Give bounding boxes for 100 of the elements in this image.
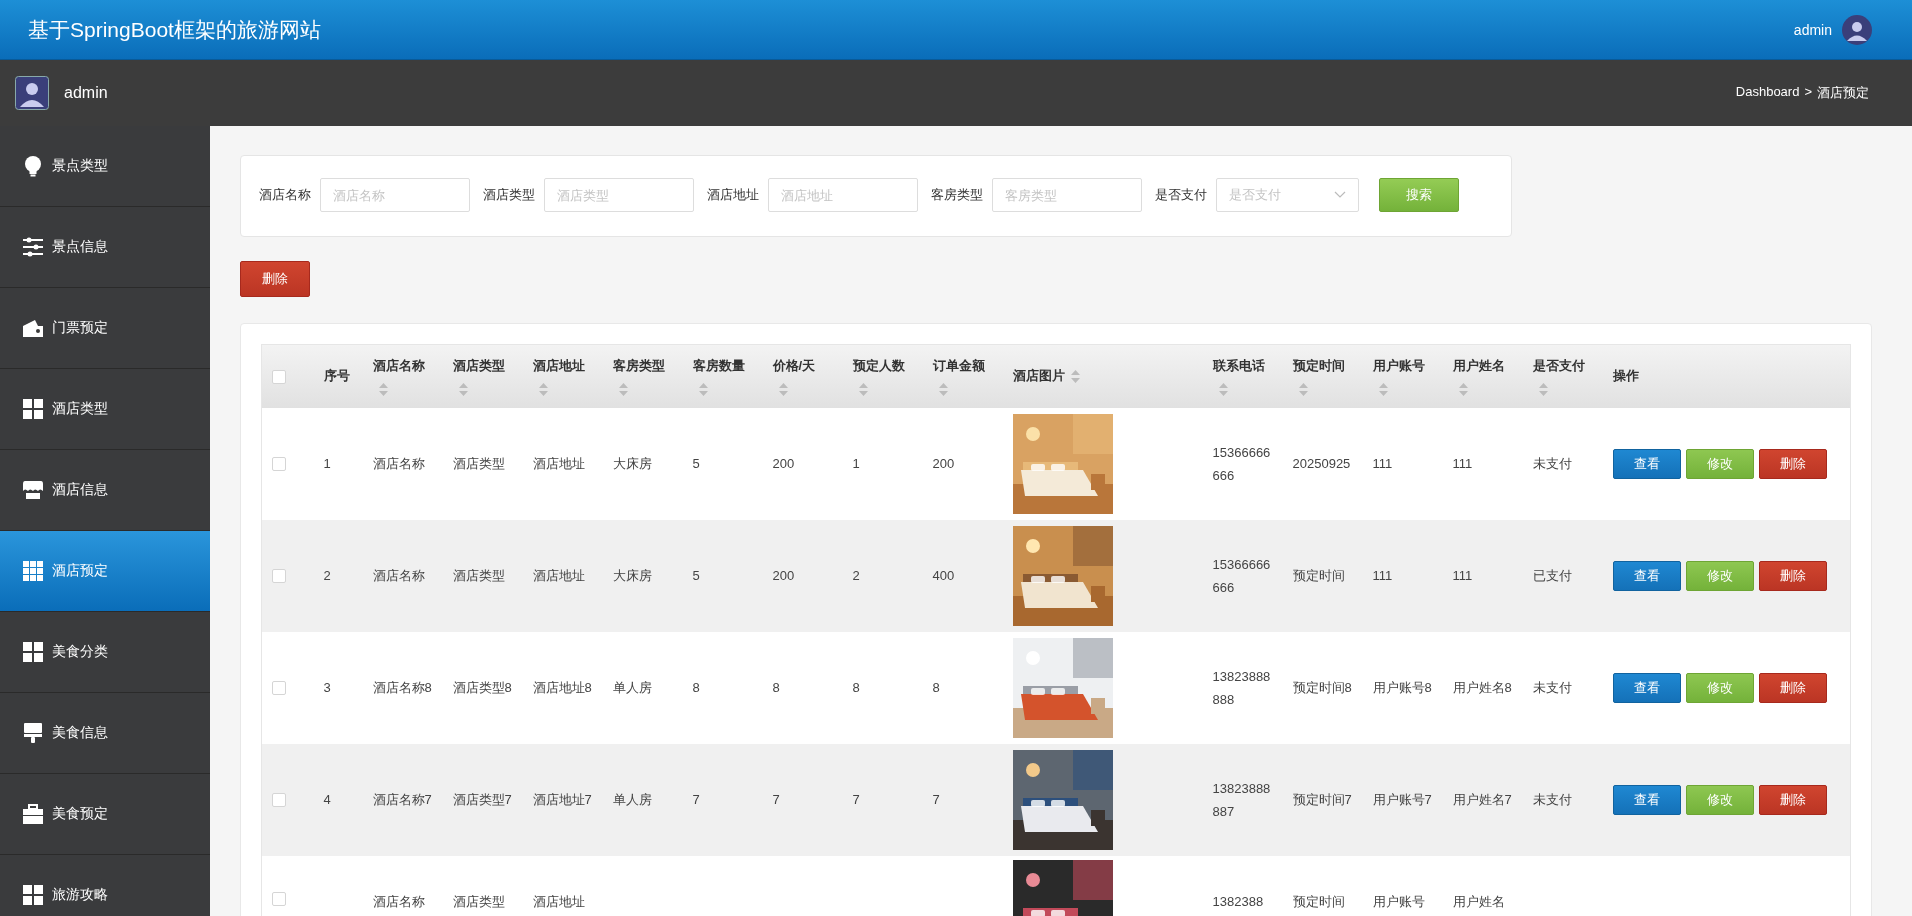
table-cell-text: 酒店地址7 [532, 791, 592, 809]
input-field[interactable]: 酒店类型 [544, 178, 694, 212]
user-name: admin [64, 84, 108, 102]
table-cell-text: 13823888887 [1212, 779, 1272, 821]
delete-button[interactable]: 删除 [1758, 672, 1827, 703]
table-cell-text: 8 [692, 679, 700, 697]
table-cell-text: 111 [1452, 567, 1473, 585]
input-field[interactable]: 客房类型 [992, 178, 1142, 212]
table-cell-text: 15366666666 [1212, 555, 1272, 597]
checkbox[interactable] [272, 370, 286, 384]
delete-button[interactable]: 删除 [1758, 784, 1827, 815]
table-cell-text: 20250925 [1292, 455, 1351, 473]
table-cell-text: 未支付 [1532, 455, 1572, 473]
table-cell-text: 酒店地址 [532, 455, 585, 473]
table-cell-text: 预定时间 [1292, 567, 1345, 585]
table-cell-text: 酒店名称 [372, 455, 425, 473]
delete-button[interactable]: 删除 [240, 261, 310, 297]
sort-icon[interactable] [378, 382, 388, 396]
sort-icon[interactable] [538, 382, 548, 396]
table-cell-text: 400 [932, 567, 955, 585]
table-cell-text: 7 [692, 791, 700, 809]
checkbox[interactable] [272, 681, 286, 696]
table-cell-text: 7 [772, 791, 780, 809]
breadcrumb-link[interactable]: Dashboard [1735, 84, 1800, 102]
site-title: 基于SpringBoot框架的旅游网站 [28, 16, 321, 43]
table-cell-text: 1382388 [1212, 892, 1264, 911]
input-field[interactable]: 酒店地址 [768, 178, 918, 212]
input-field[interactable]: 酒店名称 [320, 178, 470, 212]
column-header: 酒店名称 [372, 356, 425, 375]
sort-icon[interactable] [1458, 382, 1468, 396]
sort-icon[interactable] [1378, 382, 1388, 396]
table-cell-text: 酒店名称 [372, 892, 425, 911]
column-header: 联系电话 [1212, 356, 1265, 375]
sliders-icon [22, 236, 44, 258]
user-name[interactable]: admin [1793, 21, 1832, 38]
column-header: 客房数量 [692, 356, 745, 375]
sort-icon[interactable] [858, 382, 868, 396]
sort-icon[interactable] [698, 382, 708, 396]
table-cell-text: 酒店地址 [532, 892, 585, 911]
table-cell-text: 13823888888 [1212, 667, 1272, 709]
grid-icon [22, 560, 44, 582]
table-cell-text: 7 [932, 791, 940, 809]
table-cell-text: 酒店类型7 [452, 791, 512, 809]
table-cell-text: 用户账号8 [1372, 679, 1432, 697]
table-cell-text: 大床房 [612, 455, 652, 473]
grid-icon [22, 884, 44, 906]
sort-icon[interactable] [1218, 382, 1228, 396]
view-button[interactable]: 查看 [1612, 448, 1681, 479]
sort-icon[interactable] [1538, 382, 1548, 396]
table-cell-text: 酒店类型 [452, 455, 505, 473]
table-cell-text: 酒店地址8 [532, 679, 592, 697]
chevron-down-icon [1334, 191, 1346, 199]
view-button[interactable]: 查看 [1612, 560, 1681, 591]
column-header: 酒店地址 [532, 356, 585, 375]
field-label: 酒店类型 [483, 186, 535, 204]
table-cell-text: 酒店地址 [532, 567, 585, 585]
column-header: 操作 [1612, 367, 1639, 386]
table-cell-text: 酒店类型8 [452, 679, 512, 697]
delete-button[interactable]: 删除 [1758, 448, 1827, 479]
table-cell-text: 用户姓名7 [1452, 791, 1512, 809]
checkbox[interactable] [272, 892, 286, 907]
avatar-icon[interactable] [1842, 14, 1872, 45]
table-cell-text: 单人房 [612, 679, 652, 697]
table-cell-text: 用户账号 [1372, 892, 1425, 911]
table-cell-text: 酒店名称 [372, 567, 425, 585]
sort-icon[interactable] [618, 382, 628, 396]
table-cell-text: 200 [772, 567, 795, 585]
table-cell-text: 200 [772, 455, 795, 473]
column-header: 酒店图片 [1012, 367, 1065, 386]
breadcrumb-separator: > [1804, 84, 1812, 101]
view-button[interactable]: 查看 [1612, 784, 1681, 815]
checkbox[interactable] [272, 793, 286, 808]
sort-icon[interactable] [938, 382, 948, 396]
toolbox-icon [22, 803, 44, 825]
table-cell-text: 酒店类型 [452, 567, 505, 585]
column-header: 客房类型 [612, 356, 665, 375]
table-cell-text: 预定时间 [1292, 892, 1345, 911]
table-cell-text: 111 [1452, 455, 1473, 473]
checkbox[interactable] [272, 457, 286, 472]
sidebar-item[interactable]: 酒店预定 [0, 531, 210, 612]
sort-icon[interactable] [1070, 369, 1080, 383]
table-cell-text: 2 [852, 567, 860, 585]
sort-icon[interactable] [458, 382, 468, 396]
table-cell-text: 4 [323, 791, 331, 809]
grid-icon [22, 641, 44, 663]
view-button[interactable]: 查看 [1612, 672, 1681, 703]
column-header: 酒店类型 [452, 356, 505, 375]
table-cell-text: 用户姓名 [1452, 892, 1505, 911]
sort-icon[interactable] [778, 382, 788, 396]
column-header: 序号 [323, 367, 350, 386]
store-icon [22, 479, 44, 501]
delete-button[interactable]: 删除 [1758, 560, 1827, 591]
table-cell-text: 酒店名称8 [372, 679, 432, 697]
table-cell-text: 111 [1372, 455, 1393, 473]
table-cell-text: 8 [772, 679, 780, 697]
sort-icon[interactable] [1298, 382, 1308, 396]
table-cell-text: 未支付 [1532, 791, 1572, 809]
breadcrumb-current: 酒店预定 [1817, 84, 1869, 102]
table-cell-text: 8 [852, 679, 860, 697]
checkbox[interactable] [272, 569, 286, 584]
